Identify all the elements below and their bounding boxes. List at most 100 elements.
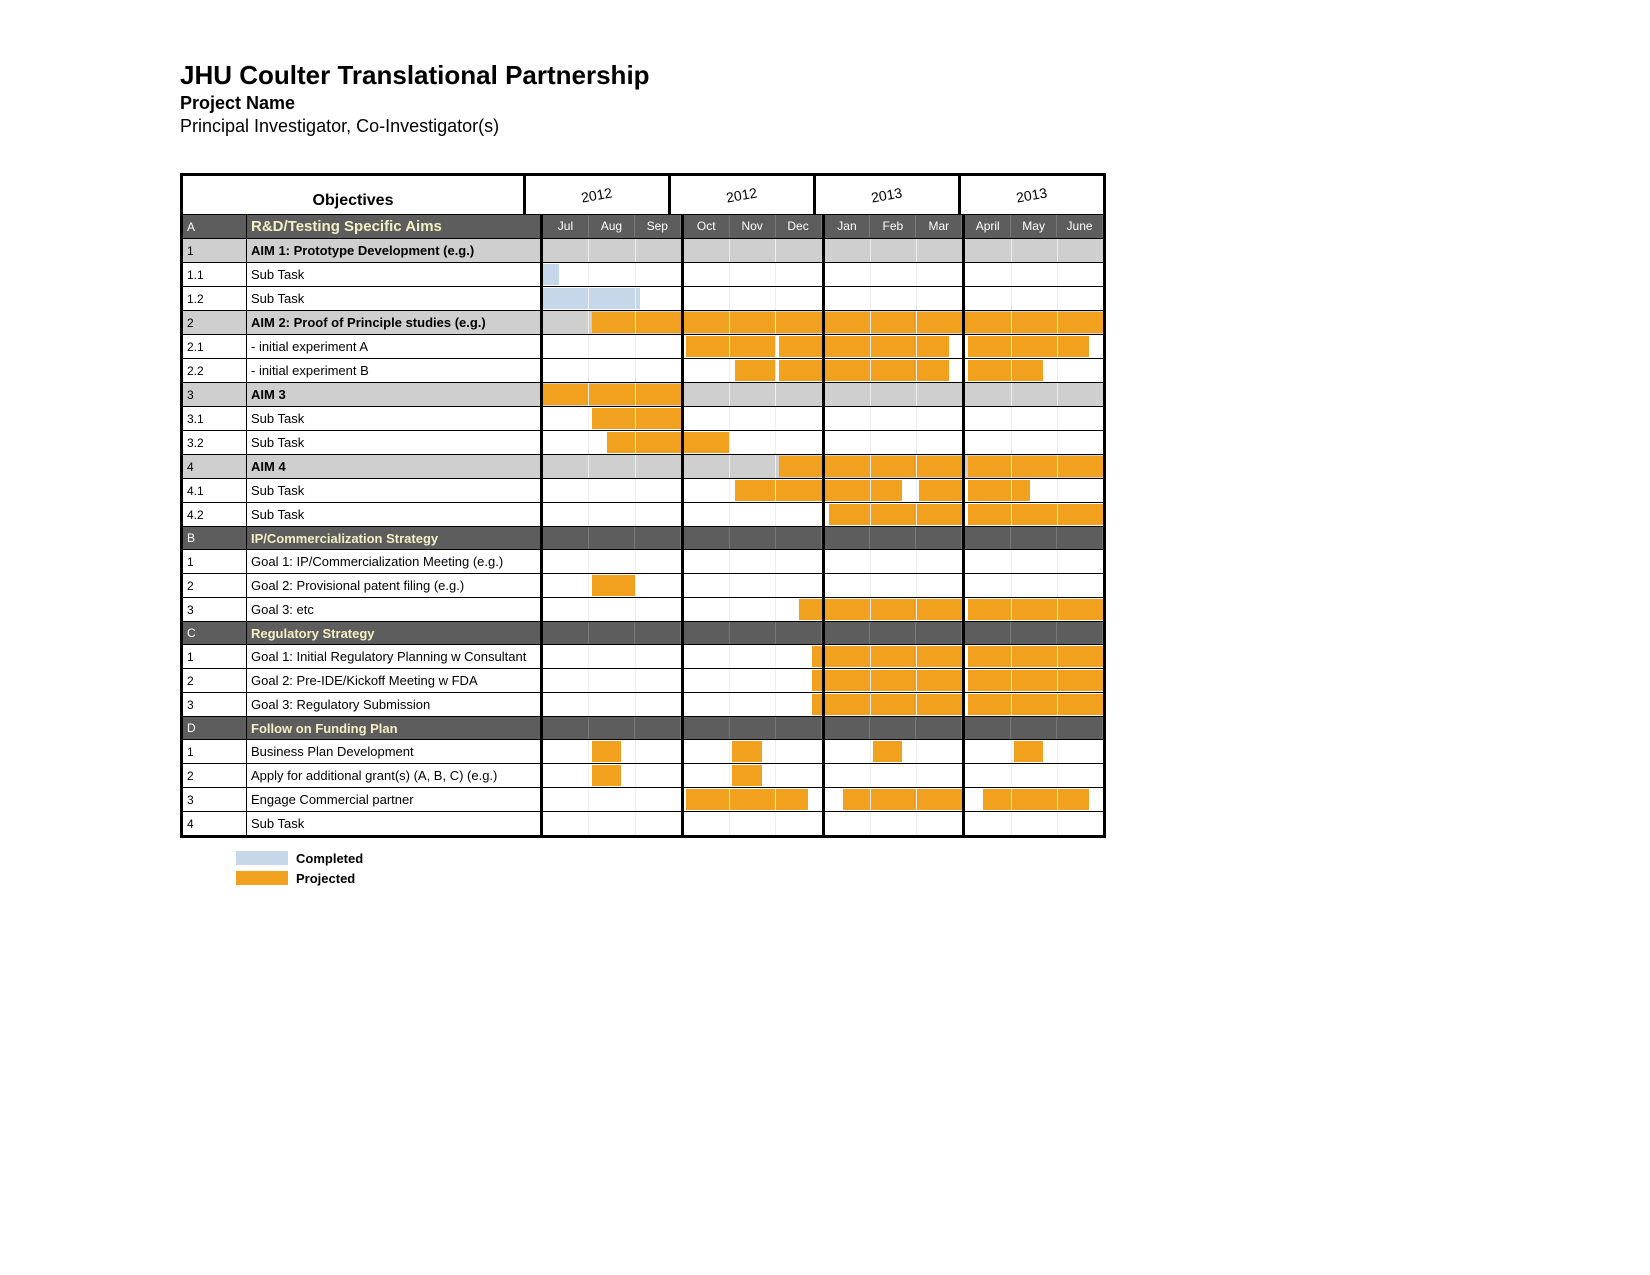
gantt-bar: [730, 336, 775, 357]
timeline-cell: [871, 788, 917, 811]
timeline-cell: [589, 479, 635, 502]
gantt-bar: [1058, 456, 1103, 477]
timeline-cell: [636, 788, 681, 811]
timeline-cell: [589, 503, 635, 526]
timeline-cell: [636, 479, 681, 502]
timeline-cell: [825, 479, 871, 502]
timeline-cell: [871, 287, 917, 310]
timeline-cell: [1058, 359, 1103, 382]
timeline-cell: [1012, 431, 1058, 454]
timeline-cell: [730, 788, 776, 811]
timeline-cell: [965, 622, 1011, 644]
gantt-bar: [917, 456, 962, 477]
timeline-cell: [965, 383, 1011, 406]
gantt-bar: [1012, 480, 1030, 501]
timeline-cell: [965, 693, 1011, 716]
row-label: Goal 2: Provisional patent filing (e.g.): [247, 574, 543, 597]
timeline-cell: [917, 479, 962, 502]
timeline-cell: [636, 239, 681, 262]
timeline-cell: [1012, 550, 1058, 573]
section-title: Regulatory Strategy: [247, 622, 543, 644]
timeline-cell: [965, 503, 1011, 526]
timeline-cell: [589, 431, 635, 454]
timeline-cell: [684, 239, 730, 262]
timeline-cell: [871, 693, 917, 716]
timeline-cell: [917, 812, 962, 835]
section-id: B: [183, 527, 247, 549]
aim-row: 3AIM 3: [183, 383, 1103, 407]
row-label: Sub Task: [247, 812, 543, 835]
gantt-bar: [968, 456, 1011, 477]
timeline-cell: [1011, 622, 1057, 644]
timeline-cell: [589, 359, 635, 382]
row-label: AIM 4: [247, 455, 543, 478]
timeline-cell: [965, 311, 1011, 334]
timeline-cell: [965, 764, 1011, 787]
timeline-cell: [776, 311, 821, 334]
gantt-bar: [686, 336, 729, 357]
timeline-cell: [1012, 574, 1058, 597]
investigators: Principal Investigator, Co-Investigator(…: [180, 116, 1470, 137]
task-row: 2Goal 2: Pre-IDE/Kickoff Meeting w FDA: [183, 669, 1103, 693]
gantt-bar: [917, 312, 962, 333]
gantt-bar: [1058, 670, 1103, 691]
gantt-bar: [636, 312, 681, 333]
timeline-cell: [871, 335, 917, 358]
task-row: 4.1Sub Task: [183, 479, 1103, 503]
timeline-cell: [917, 645, 962, 668]
timeline-cell: [684, 574, 730, 597]
row-label: Engage Commercial partner: [247, 788, 543, 811]
gantt-bar: [592, 765, 621, 786]
gantt-bar: [1012, 360, 1044, 381]
timeline-cell: [543, 407, 589, 430]
timeline-cell: [589, 574, 635, 597]
gantt-bar: [636, 432, 681, 453]
row-id: 2.2: [183, 359, 247, 382]
timeline-cell: [871, 239, 917, 262]
timeline-cell: [917, 263, 962, 286]
timeline-cell: [776, 287, 821, 310]
gantt-bar: [968, 646, 1011, 667]
row-label: Apply for additional grant(s) (A, B, C) …: [247, 764, 543, 787]
timeline-cell: [589, 311, 635, 334]
timeline-cell: [636, 574, 681, 597]
row-label: Sub Task: [247, 503, 543, 526]
timeline-cell: [825, 764, 871, 787]
gantt-bar: [968, 694, 1011, 715]
timeline-cell: [730, 550, 776, 573]
gantt-bar: [917, 694, 962, 715]
task-row: 1Business Plan Development: [183, 740, 1103, 764]
gantt-bar: [776, 312, 821, 333]
timeline-cell: [916, 622, 962, 644]
timeline-cell: [589, 598, 635, 621]
timeline-cell: [730, 645, 776, 668]
timeline-cell: [825, 574, 871, 597]
gantt-bar: [1012, 312, 1057, 333]
row-id: 1.1: [183, 263, 247, 286]
timeline-cell: [776, 669, 821, 692]
timeline-cell: [684, 407, 730, 430]
timeline-cell: [730, 812, 776, 835]
timeline-cell: [917, 239, 962, 262]
gantt-bar: [919, 480, 962, 501]
gantt-bar: [592, 408, 635, 429]
row-label: Sub Task: [247, 479, 543, 502]
gantt-bar: [592, 741, 621, 762]
timeline-cell: [543, 359, 589, 382]
timeline-cell: [1057, 717, 1103, 739]
gantt-bar: [843, 789, 870, 810]
gantt-bar: [917, 599, 962, 620]
timeline-cell: [917, 503, 962, 526]
timeline-cell: [684, 455, 730, 478]
timeline-cell: [965, 669, 1011, 692]
row-label: AIM 1: Prototype Development (e.g.): [247, 239, 543, 262]
gantt-bar: [1058, 336, 1090, 357]
timeline-cell: [1058, 645, 1103, 668]
gantt-bar: [871, 670, 916, 691]
gantt-bar: [735, 360, 776, 381]
timeline-cell: [684, 645, 730, 668]
timeline-cell: [684, 335, 730, 358]
timeline-cell: [1012, 455, 1058, 478]
timeline-cell: [871, 431, 917, 454]
timeline-cell: [1058, 669, 1103, 692]
